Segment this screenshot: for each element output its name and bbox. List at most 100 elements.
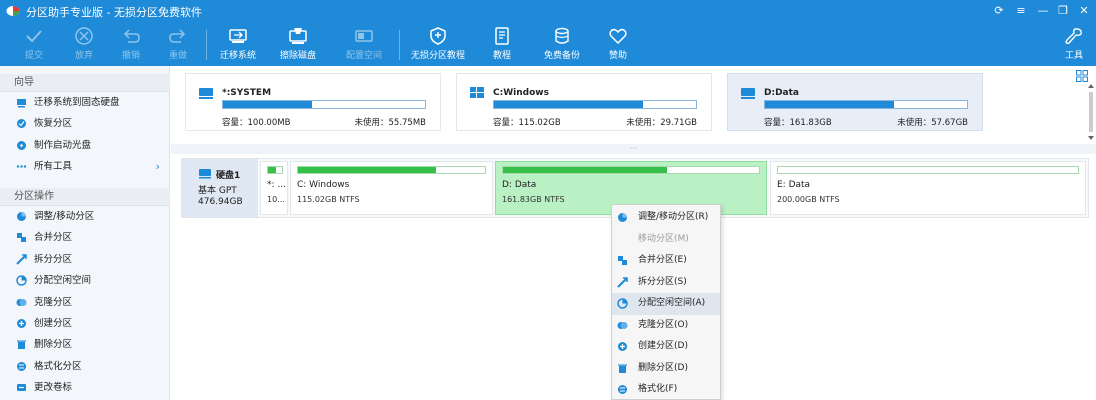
sidebar-item-change-label[interactable]: 更改卷标: [0, 377, 170, 398]
sidebar-item-split[interactable]: 拆分分区: [0, 249, 170, 270]
allocate-space-icon: [355, 30, 373, 42]
label-icon: [17, 384, 26, 392]
sidebar-item-resize-move[interactable]: 调整/移动分区: [0, 206, 170, 227]
disk-label[interactable]: 硬盘1 基本 GPT 476.94GB: [182, 159, 258, 217]
guide-button[interactable]: 教程: [488, 26, 516, 64]
sidebar-item-label: 所有工具: [34, 161, 73, 173]
wizard-section-title: 向导: [0, 74, 170, 92]
submit-button[interactable]: 提交: [20, 26, 48, 64]
partition-system[interactable]: *: ... 10...: [260, 161, 288, 215]
menu-item-merge[interactable]: 合并分区(E): [612, 250, 720, 272]
wipe-disk-button[interactable]: 擦除磁盘: [276, 26, 320, 64]
disk-type: 基本 GPT: [198, 186, 237, 196]
sidebar-item-allocate-free[interactable]: 分配空闲空间: [0, 270, 170, 291]
volume-cards: *:SYSTEM 容量：100.00MB 未使用：55.75MB C:Windo…: [171, 66, 1096, 144]
volume-card-system[interactable]: *:SYSTEM 容量：100.00MB 未使用：55.75MB: [185, 73, 441, 131]
wizard-section: 向导 迁移系统到固态硬盘 恢复分区 制作启动光盘 所有工具 ›: [0, 74, 170, 178]
menu-item-allocate-free[interactable]: 分配空闲空间(A): [612, 293, 720, 315]
redo-icon: [169, 29, 186, 43]
partition-usage-fill: [268, 167, 276, 173]
sidebar-item-label: 克隆分区: [34, 296, 73, 308]
partition-usage-fill: [503, 167, 667, 173]
disk-size: 476.94GB: [198, 197, 243, 207]
sidebar-item-clone[interactable]: 克隆分区: [0, 292, 170, 313]
menu-icon[interactable]: ≡: [1012, 3, 1030, 19]
sidebar-item-create[interactable]: 创建分区: [0, 313, 170, 334]
sidebar-item-bootable-disc[interactable]: 制作启动光盘: [0, 135, 170, 156]
menu-item-split[interactable]: 拆分分区(S): [612, 272, 720, 294]
menu-item-label: 拆分分区(S): [638, 276, 687, 287]
volume-name: D:Data: [764, 88, 799, 98]
title-bar: 分区助手专业版 - 无损分区免费软件 ⟳ ≡ — ❐ ✕: [0, 0, 1096, 22]
more-icon: [16, 165, 27, 168]
maximize-button[interactable]: ❐: [1054, 3, 1072, 19]
menu-item-format[interactable]: 格式化(F): [612, 379, 720, 400]
sidebar-item-all-tools[interactable]: 所有工具 ›: [0, 156, 170, 177]
bootable-disc-icon: [17, 140, 26, 150]
migrate-icon: [17, 99, 26, 108]
partition-usage-fill: [298, 167, 437, 173]
windows-icon: [470, 87, 484, 98]
menu-item-delete[interactable]: 删除分区(D): [612, 358, 720, 380]
sidebar-item-label: 更改卷标: [34, 382, 73, 394]
refresh-icon[interactable]: ⟳: [990, 3, 1008, 19]
volume-usage-fill: [223, 101, 312, 108]
top-bar: 分区助手专业版 - 无损分区免费软件 ⟳ ≡ — ❐ ✕ 提交 放弃 撤销 重做…: [0, 0, 1096, 66]
sidebar-item-label: 制作启动光盘: [34, 139, 92, 151]
pane-splitter[interactable]: ···: [171, 144, 1096, 154]
menu-item-label: 移动分区(M): [638, 233, 689, 244]
menu-item-label: 克隆分区(O): [638, 319, 689, 330]
minimize-button[interactable]: —: [1034, 3, 1052, 19]
tools-button[interactable]: 工具: [1060, 26, 1088, 64]
format-icon: [618, 385, 627, 394]
volume-free: 未使用：57.67GB: [897, 118, 968, 128]
migrate-os-button[interactable]: 迁移系统: [216, 26, 260, 64]
partition-e[interactable]: E: Data 200.00GB NTFS: [770, 161, 1086, 215]
menu-item-clone[interactable]: 克隆分区(O): [612, 315, 720, 337]
sidebar-item-merge[interactable]: 合并分区: [0, 227, 170, 248]
volume-name: C:Windows: [493, 88, 549, 98]
allocate-space-button[interactable]: 配置空间: [342, 26, 386, 64]
menu-item-label: 格式化(F): [638, 384, 678, 394]
partition-c[interactable]: C: Windows 115.02GB NTFS: [290, 161, 493, 215]
check-icon: [26, 30, 42, 43]
menu-item-move[interactable]: 移动分区(M): [612, 229, 720, 251]
shield-icon: [430, 27, 446, 45]
resize-icon: [17, 212, 26, 221]
menu-item-label: 合并分区(E): [638, 255, 687, 265]
volume-card-windows[interactable]: C:Windows 容量：115.02GB 未使用：29.71GB: [456, 73, 712, 131]
redo-button[interactable]: 重做: [164, 26, 192, 64]
merge-icon: [17, 233, 26, 243]
merge-icon: [618, 256, 627, 265]
partition-info: 115.02GB NTFS: [297, 195, 360, 204]
sidebar: 向导 迁移系统到固态硬盘 恢复分区 制作启动光盘 所有工具 › 分区操作 调整/…: [0, 66, 170, 400]
close-button[interactable]: ✕: [1075, 3, 1093, 19]
scrollbar[interactable]: [1086, 80, 1096, 144]
menu-item-resize-move[interactable]: 调整/移动分区(R): [612, 207, 720, 229]
volume-usage-bar: [493, 100, 697, 109]
partition-info: 10...: [267, 195, 285, 204]
menu-item-label: 分配空闲空间(A): [638, 298, 706, 308]
chevron-right-icon: ›: [155, 160, 160, 174]
sidebar-item-recover-partition[interactable]: 恢复分区: [0, 113, 170, 134]
discard-button[interactable]: 放弃: [70, 26, 98, 64]
delete-icon: [17, 340, 26, 350]
free-backup-button[interactable]: 免费备份: [540, 26, 584, 64]
menu-item-create[interactable]: 创建分区(D): [612, 336, 720, 358]
volume-card-data[interactable]: D:Data 容量：161.83GB 未使用：57.67GB: [727, 73, 983, 131]
partition-name: E: Data: [777, 180, 811, 190]
allocate-icon: [16, 275, 27, 286]
sidebar-item-delete[interactable]: 删除分区: [0, 334, 170, 355]
sponsor-button[interactable]: 赞助: [604, 26, 632, 64]
format-icon: [17, 361, 26, 371]
partition-ops-section: 分区操作 调整/移动分区 合并分区 拆分分区 分配空闲空间 克隆分区 创建分区 …: [0, 188, 170, 399]
sidebar-item-migrate-ssd[interactable]: 迁移系统到固态硬盘: [0, 92, 170, 113]
partition-name: *: ...: [267, 180, 286, 190]
volume-capacity: 容量：115.02GB: [493, 118, 561, 128]
delete-icon: [618, 364, 627, 373]
toolbar: 提交 放弃 撤销 重做 迁移系统 擦除磁盘 配置空间 无损分区教程 教程 免费备…: [0, 22, 1096, 66]
tutorial-button[interactable]: 无损分区教程: [408, 26, 468, 64]
volume-capacity: 容量：100.00MB: [222, 118, 291, 128]
undo-button[interactable]: 撤销: [117, 26, 145, 64]
sidebar-item-format[interactable]: 格式化分区: [0, 356, 170, 377]
